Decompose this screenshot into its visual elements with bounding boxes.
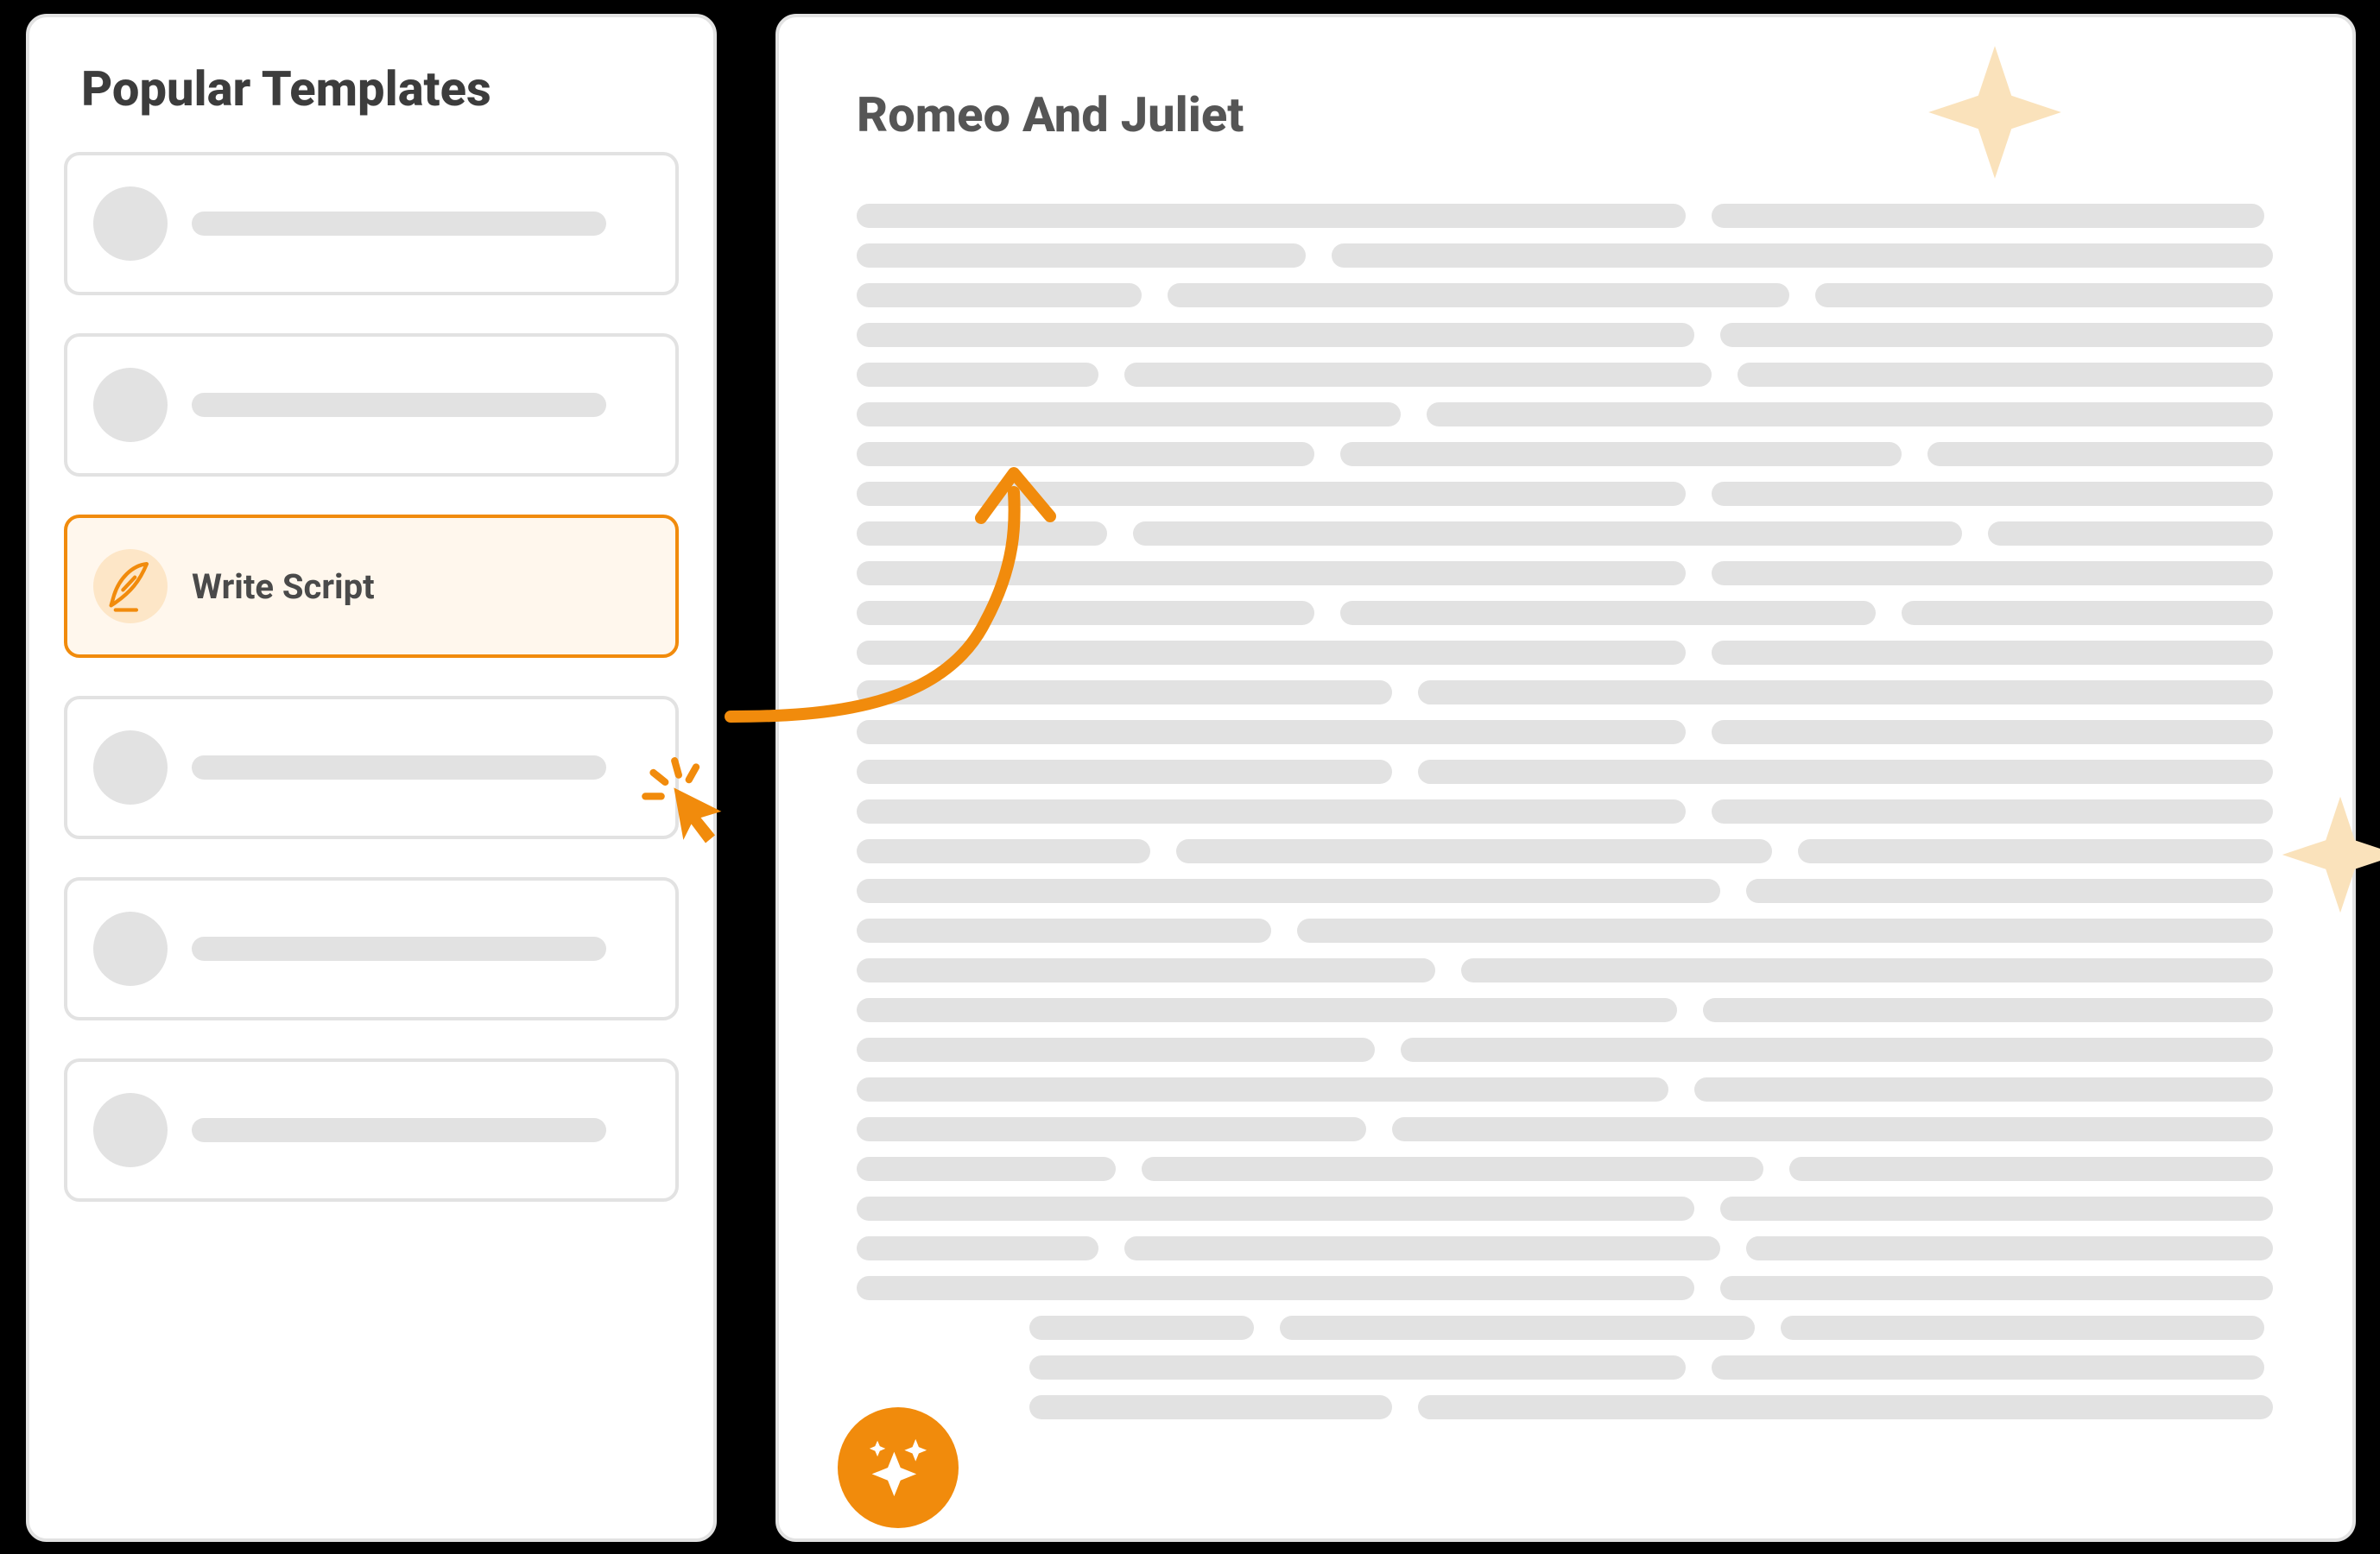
template-label-placeholder (192, 1118, 606, 1142)
template-item-4[interactable] (64, 877, 679, 1020)
template-label-placeholder (192, 393, 606, 417)
template-item-3[interactable] (64, 696, 679, 839)
template-item-0[interactable] (64, 152, 679, 295)
templates-panel: Popular Templates Write Script (26, 14, 717, 1542)
document-body-placeholder (857, 204, 2275, 1419)
template-label-placeholder (192, 212, 606, 236)
template-item-1[interactable] (64, 333, 679, 477)
template-label-placeholder (192, 755, 606, 780)
document-title: Romeo And Juliet (857, 86, 2275, 143)
template-item-write-script[interactable]: Write Script (64, 515, 679, 658)
template-icon-placeholder (93, 912, 168, 986)
document-preview: Romeo And Juliet (775, 14, 2356, 1542)
sparkles-icon (858, 1428, 938, 1507)
template-icon-placeholder (93, 730, 168, 805)
template-item-5[interactable] (64, 1058, 679, 1202)
template-label: Write Script (192, 566, 375, 607)
templates-title: Popular Templates (81, 60, 679, 117)
template-icon-placeholder (93, 1093, 168, 1167)
ai-magic-button[interactable] (838, 1407, 959, 1528)
template-icon-placeholder (93, 368, 168, 442)
template-icon-placeholder (93, 186, 168, 261)
template-label-placeholder (192, 937, 606, 961)
quill-icon (93, 549, 168, 623)
